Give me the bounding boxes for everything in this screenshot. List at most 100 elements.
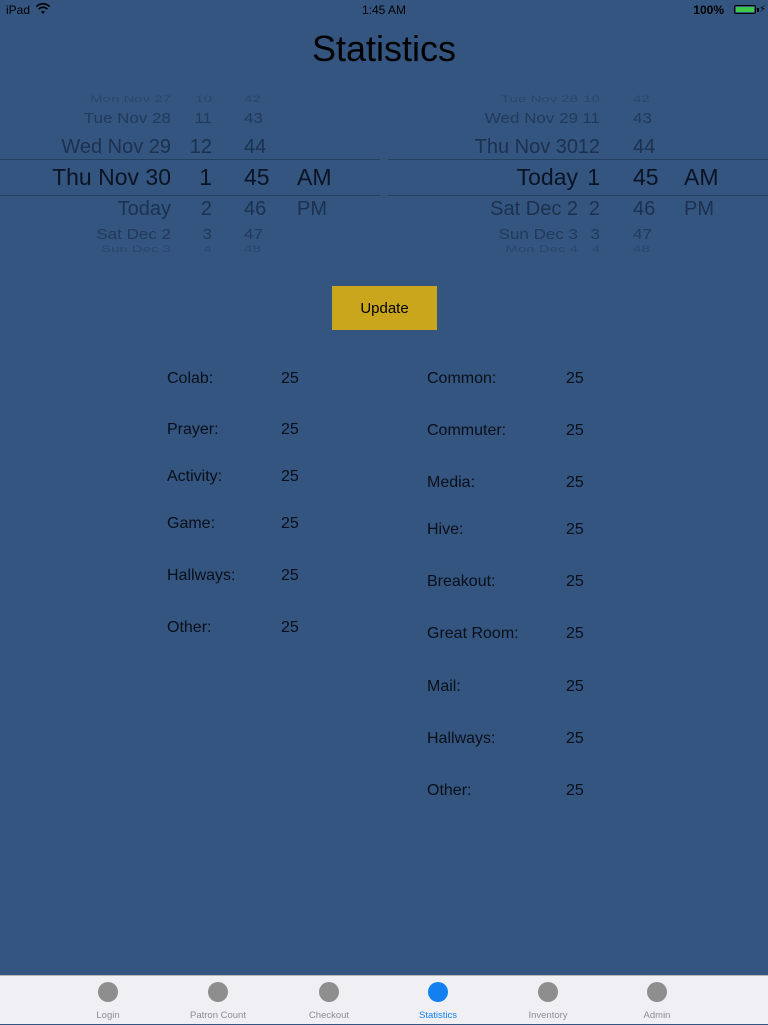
picker-date: Today [117,198,171,220]
tab-circle-icon [538,982,558,1002]
stat-label: Commuter: [427,422,507,439]
picker-minute: 42 [633,94,650,105]
picker-minute: 48 [244,244,261,255]
picker-minute: 43 [633,110,652,127]
tab-circle-icon [647,982,667,1002]
stat-label: Breakout: [427,573,496,590]
tab-circle-icon [208,982,228,1002]
picker-date: Mon Nov 27 [90,94,171,105]
tab-label: Patron Count [190,1010,246,1021]
tab-label: Inventory [528,1010,568,1021]
tab-label: Admin [643,1010,671,1021]
end-date-picker[interactable]: Tue Nov 28 10 42 Wed Nov 29 11 43 Thu Nov 30 12… [388,92,768,258]
tab-statistics[interactable]: Statistics [393,976,483,1025]
stat-value: 25 [566,678,584,695]
stat-value: 25 [281,567,299,584]
tab-login[interactable]: Login [63,976,153,1025]
clock: 1:45 AM [361,3,407,17]
stat-label: Prayer: [167,421,219,438]
picker-date: Sat Dec 2 [490,198,578,220]
picker-minute: 46 [244,198,267,220]
picker-date: Wed Nov 29 [61,136,171,158]
tab-circle-icon [98,982,118,1002]
stat-value: 25 [566,422,584,439]
picker-minute: 45 [244,164,270,190]
picker-hour: 4 [591,244,600,255]
picker-hour: 11 [194,110,212,127]
stat-value: 25 [566,521,584,538]
stat-value: 25 [566,782,584,799]
tab-checkout[interactable]: Checkout [284,976,374,1025]
stat-label: Other: [427,782,472,799]
tab-inventory[interactable]: Inventory [503,976,593,1025]
stat-label: Game: [167,515,216,532]
picker-minute: 46 [633,198,656,220]
picker-minute: 44 [244,136,267,158]
picker-date: Mon Dec 4 [505,244,578,255]
picker-minute: 43 [244,110,263,127]
picker-minute: 42 [244,94,261,105]
tab-patron-count[interactable]: Patron Count [173,976,263,1025]
picker-ampm: PM [297,198,327,220]
tab-circle-icon [428,982,448,1002]
picker-date: Wed Nov 29 [484,110,578,127]
picker-minute: 47 [244,226,263,243]
picker-hour: 11 [582,110,600,127]
picker-date: Thu Nov 30 [474,136,578,158]
picker-hour: 10 [195,94,212,105]
stat-label: Media: [427,474,476,491]
charging-bolt-icon: ⚡ [758,4,766,15]
stat-value: 25 [281,515,299,532]
picker-hour: 1 [199,164,212,190]
picker-minute: 47 [633,226,652,243]
tab-label: Checkout [308,1010,350,1021]
picker-ampm: PM [684,198,714,220]
stat-value: 25 [281,619,299,636]
status-bar: iPad 1:45 AM 100% ⚡ [0,0,768,22]
tab-label: Login [96,1010,120,1021]
battery-icon [734,5,756,14]
picker-date: Tue Nov 28 [83,110,171,127]
picker-hour: 4 [203,244,212,255]
tab-circle-icon [319,982,339,1002]
stat-label: Activity: [167,468,223,485]
stat-label: Hallways: [167,567,236,584]
picker-date: Today [516,164,578,190]
picker-date: Sun Dec 3 [498,226,578,243]
stat-label: Great Room: [427,625,519,642]
stat-value: 25 [566,573,584,590]
stat-label: Hive: [427,521,464,538]
picker-hour: 3 [202,226,212,243]
stat-value: 25 [281,370,299,387]
battery-percent: 100% [693,3,724,17]
stat-value: 25 [281,421,299,438]
stat-value: 25 [566,474,584,491]
picker-hour: 2 [200,198,212,220]
stat-label: Mail: [427,678,461,695]
start-date-picker[interactable]: Mon Nov 27 10 42 Tue Nov 28 11 43 Wed Nov 29 1 2… [0,92,380,258]
picker-ampm: AM [297,164,332,190]
picker-hour: 3 [590,226,600,243]
picker-date: Thu Nov 30 [52,164,171,190]
picker-hour: 1 [587,164,600,190]
picker-date: Tue Nov 28 [501,94,578,105]
tab-bar: Login Patron Count Checkout Statistics Inven… [0,975,768,1024]
picker-minute: 44 [633,136,656,158]
update-button[interactable]: Update [332,286,437,330]
stat-label: Hallways: [427,730,496,747]
stat-label: Colab: [167,370,214,387]
stat-value: 25 [566,730,584,747]
picker-minute: 48 [633,244,650,255]
stat-label: Common: [427,370,497,387]
picker-date: Sat Dec 2 [96,226,171,243]
stat-label: Other: [167,619,212,636]
tab-admin[interactable]: Admin [612,976,702,1025]
picker-hour: 12 [577,136,600,158]
stat-value: 25 [281,468,299,485]
picker-minute: 45 [633,164,659,190]
picker-hour: 2 [588,198,600,220]
picker-hour: 10 [583,94,600,105]
tab-label: Statistics [418,1010,457,1021]
page-title: Statistics [311,28,457,69]
stat-value: 25 [566,370,584,387]
